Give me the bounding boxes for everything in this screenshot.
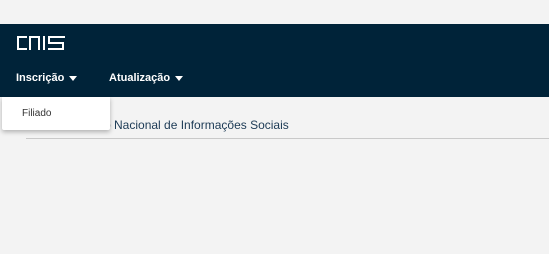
cnis-logo <box>17 36 65 50</box>
menu-inscricao[interactable]: Inscrição <box>16 72 78 84</box>
page-title: o Nacional de Informações Sociais <box>104 118 289 132</box>
menu-inscricao-label: Inscrição <box>16 72 65 84</box>
top-strip <box>0 0 549 24</box>
title-divider <box>26 138 549 139</box>
top-navbar: Inscrição Atualização <box>0 24 549 97</box>
chevron-down-icon <box>69 76 78 81</box>
dropdown-item-filiado[interactable]: Filiado <box>22 108 51 119</box>
menu-atualizacao-label: Atualização <box>109 72 171 84</box>
chevron-down-icon <box>175 76 184 81</box>
menu-atualizacao[interactable]: Atualização <box>109 72 184 84</box>
inscricao-dropdown-menu: Filiado <box>2 97 110 130</box>
